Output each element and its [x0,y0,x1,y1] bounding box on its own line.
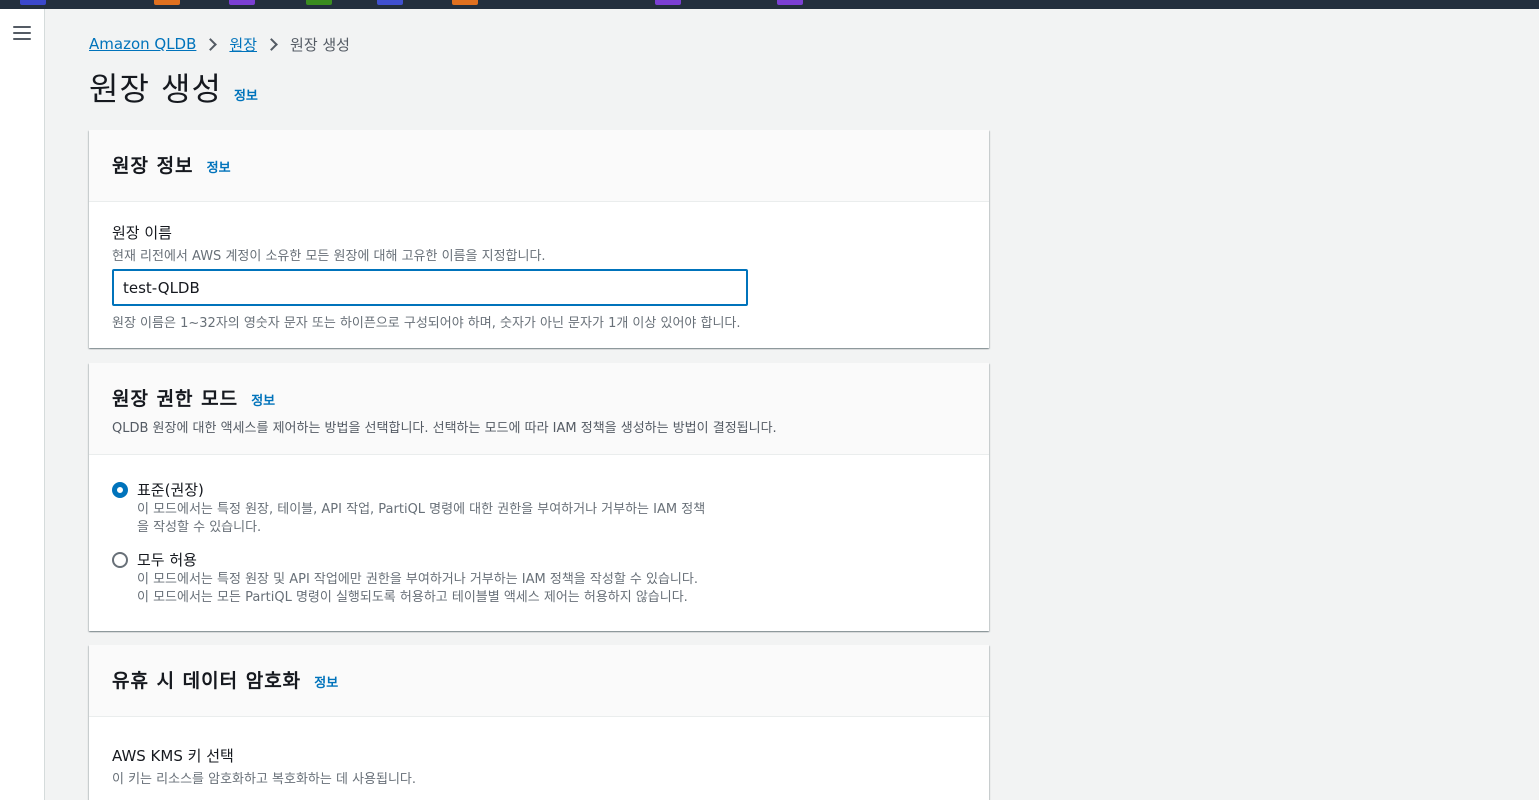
kms-key-label: AWS KMS 키 선택 [112,747,234,765]
ledger-name-constraint: 원장 이름은 1~32자의 영숫자 문자 또는 하이픈으로 구성되어야 하며, … [112,316,741,331]
page-info-link[interactable]: 정보 [234,85,258,104]
radio-button-standard[interactable] [112,482,128,498]
favorite-service-icon[interactable] [377,0,403,5]
top-navigation-bar [0,0,1539,9]
ledger-name-description: 현재 리전에서 AWS 계정이 소유한 모든 원장에 대해 고유한 이름을 지정… [112,249,546,264]
favorite-service-icon[interactable] [777,0,803,5]
menu-icon[interactable] [13,26,31,42]
favorite-service-icon[interactable] [452,0,478,5]
permissions-mode-panel: 원장 권한 모드 정보 QLDB 원장에 대한 액세스를 제어하는 방법을 선택… [89,363,989,631]
radio-description-line: 이 모드에서는 특정 원장 및 API 작업에만 권한을 부여하거나 거부하는 … [137,572,698,587]
radio-option-standard[interactable]: 표준(권장) 이 모드에서는 특정 원장, 테이블, API 작업, Parti… [112,479,966,537]
ledger-name-input[interactable] [112,269,748,306]
ledger-name-label: 원장 이름 [112,224,172,242]
radio-label-standard: 표준(권장) [137,481,204,499]
ledger-info-panel: 원장 정보 정보 원장 이름 현재 리전에서 AWS 계정이 소유한 모든 원장… [89,130,989,348]
radio-description-line: 을 작성할 수 있습니다. [137,520,262,535]
radio-description-line: 이 모드에서는 모든 PartiQL 명령이 실행되도록 허용하고 테이블별 액… [137,590,688,605]
encryption-panel: 유휴 시 데이터 암호화 정보 AWS KMS 키 선택 이 키는 리소스를 암… [89,645,989,800]
radio-description-line: 이 모드에서는 특정 원장, 테이블, API 작업, PartiQL 명령에 … [137,502,706,517]
radio-label-allow-all: 모두 허용 [137,551,197,569]
encryption-header: 유휴 시 데이터 암호화 정보 [89,645,989,717]
page-title: 원장 생성 [89,70,222,108]
radio-option-allow-all[interactable]: 모두 허용 이 모드에서는 특정 원장 및 API 작업에만 권한을 부여하거나… [112,549,966,607]
breadcrumb-link-ledgers[interactable]: 원장 [229,34,257,55]
favorite-service-icon[interactable] [20,0,46,5]
chevron-right-icon [204,37,218,51]
page-header: 원장 생성 정보 [89,64,258,110]
breadcrumb-link-qldb[interactable]: Amazon QLDB [89,35,196,53]
ledger-info-header: 원장 정보 정보 [89,130,989,202]
permissions-mode-title: 원장 권한 모드 [112,388,239,410]
encryption-body: AWS KMS 키 선택 이 키는 리소스를 암호화하고 복호화하는 데 사용됩… [89,717,989,787]
ledger-info-title: 원장 정보 [112,155,194,177]
breadcrumb-current: 원장 생성 [290,35,350,54]
permissions-mode-body: 표준(권장) 이 모드에서는 특정 원장, 테이블, API 작업, Parti… [89,455,989,607]
ledger-info-info-link[interactable]: 정보 [207,161,231,176]
breadcrumb: Amazon QLDB 원장 원장 생성 [89,33,350,55]
favorite-service-icon[interactable] [306,0,332,5]
ledger-info-body: 원장 이름 현재 리전에서 AWS 계정이 소유한 모든 원장에 대해 고유한 … [89,202,989,331]
favorite-service-icon[interactable] [229,0,255,5]
permissions-mode-header: 원장 권한 모드 정보 QLDB 원장에 대한 액세스를 제어하는 방법을 선택… [89,363,989,455]
side-navigation [0,9,45,800]
permissions-mode-info-link[interactable]: 정보 [251,394,275,409]
encryption-title: 유휴 시 데이터 암호화 [112,670,302,692]
favorite-service-icon[interactable] [154,0,180,5]
favorite-service-icon[interactable] [655,0,681,5]
chevron-right-icon [265,37,278,51]
permissions-mode-description: QLDB 원장에 대한 액세스를 제어하는 방법을 선택합니다. 선택하는 모드… [112,421,777,436]
encryption-info-link[interactable]: 정보 [314,676,338,691]
radio-button-allow-all[interactable] [112,552,128,568]
kms-key-description: 이 키는 리소스를 암호화하고 복호화하는 데 사용됩니다. [112,772,417,787]
